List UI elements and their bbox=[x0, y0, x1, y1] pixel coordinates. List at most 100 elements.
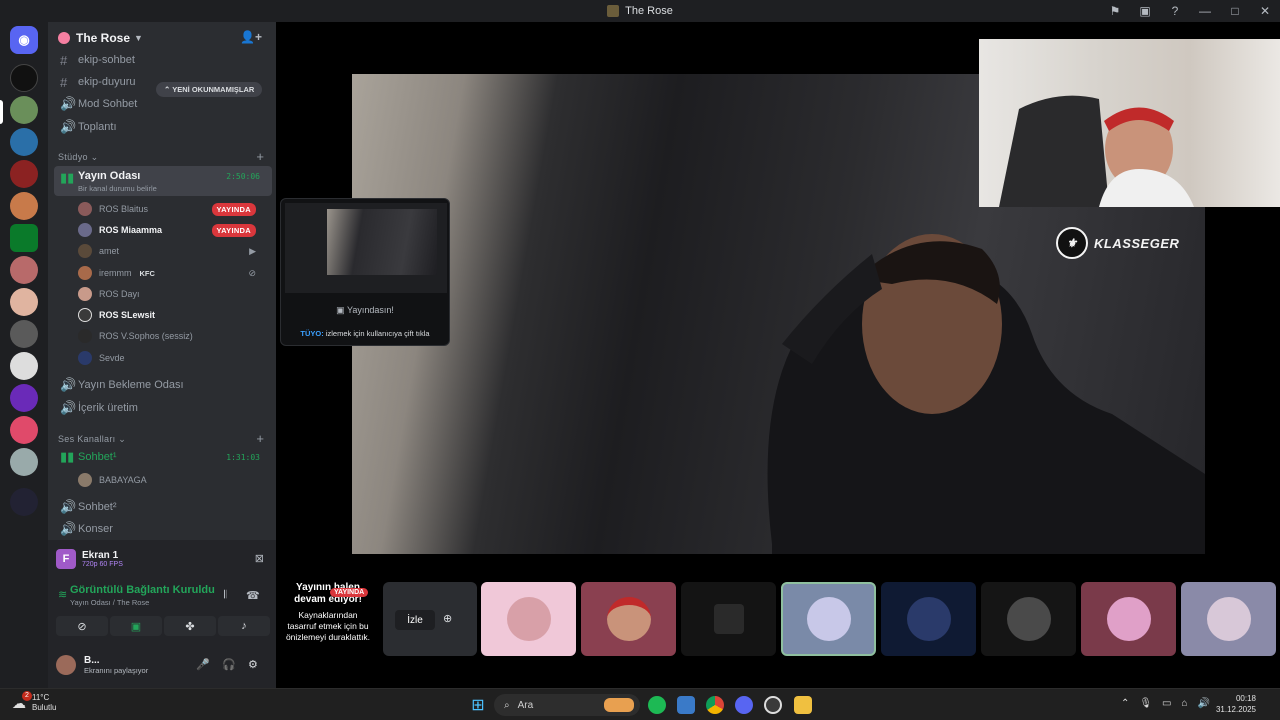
stop-share-icon[interactable]: ⊠ bbox=[255, 552, 264, 565]
add-channel-icon[interactable]: + bbox=[256, 149, 264, 164]
channel-ekip-sohbet[interactable]: # ekip-sohbet bbox=[54, 50, 272, 70]
camera-icon bbox=[713, 604, 744, 634]
spotify-icon[interactable] bbox=[648, 696, 666, 714]
hash-icon: # bbox=[60, 52, 68, 68]
soundboard-button[interactable]: ♪ bbox=[218, 616, 270, 636]
participant-tile[interactable] bbox=[481, 582, 576, 656]
participant-tile[interactable] bbox=[681, 582, 776, 656]
stream-stage[interactable]: ⚜ KLASSEGER Yayının halen devam ediyor! … bbox=[276, 22, 1280, 688]
server-icon-purple[interactable] bbox=[10, 384, 38, 412]
network-icon[interactable]: ⌂ bbox=[1182, 698, 1188, 709]
windows-taskbar: ☁ 2 11°C Bulutlu ⊞ ⌕ Ara ⌃ 🎙 ▭ ⌂ 🔊 00:18… bbox=[0, 688, 1280, 720]
server-folder-icon[interactable] bbox=[10, 488, 38, 516]
channel-yayin-bekleme[interactable]: 🔊 Yayın Bekleme Odası bbox=[54, 375, 272, 395]
share-screen-button[interactable]: ▣ bbox=[110, 616, 162, 636]
taskbar-clock[interactable]: 00:18 31.12.2025 bbox=[1216, 693, 1256, 715]
participant-tile-selected[interactable] bbox=[781, 582, 876, 656]
noise-suppression-icon[interactable]: 𝄃 bbox=[224, 589, 226, 602]
channel-icerik-uretim[interactable]: 🔊 İçerik üretim bbox=[54, 398, 272, 418]
voice-user[interactable]: ROS V.Sophos (sessiz) bbox=[78, 326, 268, 346]
mic-tray-icon[interactable]: 🎙 bbox=[1139, 698, 1152, 709]
server-icon-misc[interactable] bbox=[10, 448, 38, 476]
live-badge: YAYINDA bbox=[330, 588, 369, 597]
disconnect-icon[interactable]: ☎ bbox=[246, 589, 260, 602]
participant-tile[interactable] bbox=[581, 582, 676, 656]
close-button[interactable]: ✕ bbox=[1250, 4, 1280, 18]
monitor-icon[interactable]: ▭ bbox=[1162, 698, 1171, 709]
participant-tile[interactable] bbox=[1181, 582, 1276, 656]
help-icon[interactable]: ? bbox=[1160, 4, 1190, 18]
taskbar-search[interactable]: ⌕ Ara bbox=[494, 694, 640, 716]
channel-label: Sohbet² bbox=[78, 501, 117, 513]
avatar bbox=[78, 202, 92, 216]
activities-button[interactable]: ✤ bbox=[164, 616, 216, 636]
channel-konser[interactable]: 🔊 Konser bbox=[54, 519, 272, 539]
channel-sohbet1[interactable]: ▮▮ Sohbet¹ 1:31:03 bbox=[54, 447, 272, 467]
user-tag: KFC bbox=[139, 268, 155, 278]
voice-user[interactable]: iremmm KFC ⊘ bbox=[78, 263, 268, 283]
channel-status[interactable]: Bir kanal durumu belirle bbox=[78, 184, 157, 193]
server-icon-white[interactable] bbox=[10, 352, 38, 380]
discord-taskbar-icon[interactable] bbox=[735, 696, 753, 714]
voice-user[interactable]: BABAYAGA bbox=[78, 470, 268, 490]
chevron-up-icon[interactable]: ⌃ bbox=[1121, 698, 1129, 709]
channel-mod-sohbet[interactable]: 🔊 Mod Sohbet bbox=[54, 94, 272, 114]
voice-user[interactable]: ROS Miaamma YAYINDA bbox=[78, 220, 268, 240]
voice-user[interactable]: amet ▶ bbox=[78, 241, 268, 261]
channel-sohbet2[interactable]: 🔊 Sohbet² bbox=[54, 497, 272, 517]
participant-tile[interactable] bbox=[881, 582, 976, 656]
chrome-icon[interactable] bbox=[706, 696, 724, 714]
inbox-icon[interactable]: ⚑ bbox=[1100, 4, 1130, 18]
channel-toplanti[interactable]: 🔊 Toplantı bbox=[54, 117, 272, 137]
headphones-icon[interactable]: 🎧 bbox=[222, 658, 236, 671]
voice-user[interactable]: ROS Dayı bbox=[78, 284, 268, 304]
weather-widget[interactable]: ☁ 2 11°C Bulutlu bbox=[12, 691, 56, 713]
account-panel[interactable]: B... Ekranını paylaşıyor 🎤 🎧 ⚙ bbox=[56, 648, 268, 682]
participant-tile[interactable] bbox=[981, 582, 1076, 656]
screen-share-card[interactable]: F Ekran 1 720p 60 FPS ⊠ bbox=[56, 544, 268, 574]
windows-start-icon[interactable]: ⊞ bbox=[469, 696, 487, 714]
server-icon-avatar[interactable] bbox=[10, 192, 38, 220]
file-explorer-icon[interactable] bbox=[794, 696, 812, 714]
connection-location[interactable]: Yayın Odası / The Rose bbox=[70, 598, 149, 607]
screen-icon[interactable]: ▣ bbox=[1130, 4, 1160, 18]
camera-off-button[interactable]: ⊘ bbox=[56, 616, 108, 636]
channel-timer: 1:31:03 bbox=[226, 452, 260, 462]
avatar bbox=[806, 597, 851, 641]
voice-user[interactable]: ROS SLewsit bbox=[78, 305, 268, 325]
server-icon-kick[interactable] bbox=[10, 224, 38, 252]
server-icon-anime[interactable] bbox=[10, 288, 38, 316]
channel-yayin-odasi[interactable]: ▮▮ Yayın Odası 2:50:06 Bir kanal durumu … bbox=[54, 166, 272, 196]
avatar bbox=[78, 223, 92, 237]
connection-signal-icon[interactable]: ≋ bbox=[58, 588, 67, 601]
category-studyo[interactable]: Stüdyo ⌄ bbox=[58, 152, 98, 163]
volume-icon[interactable]: 🔊 bbox=[1198, 698, 1210, 709]
zoom-icon[interactable]: ⊕ bbox=[443, 612, 452, 625]
server-icon-red[interactable] bbox=[10, 160, 38, 188]
maximize-button[interactable]: □ bbox=[1220, 4, 1250, 18]
minimize-button[interactable]: — bbox=[1190, 4, 1220, 18]
server-icon-d[interactable] bbox=[10, 128, 38, 156]
server-icon-red-pink[interactable] bbox=[10, 416, 38, 444]
settings-gear-icon[interactable]: ⚙ bbox=[248, 658, 258, 671]
participant-tile[interactable] bbox=[1081, 582, 1176, 656]
channel-ekip-duyuru[interactable]: # ekip-duyuru bbox=[54, 72, 272, 92]
server-icon-lowest[interactable] bbox=[10, 64, 38, 92]
add-channel-icon[interactable]: + bbox=[256, 431, 264, 446]
watch-card[interactable]: İzle ⊕ bbox=[383, 582, 477, 656]
obs-icon[interactable] bbox=[764, 696, 782, 714]
channel-label: Yayın Odası bbox=[78, 170, 141, 182]
server-icon-pink[interactable] bbox=[10, 256, 38, 284]
user-name: amet bbox=[99, 246, 120, 256]
server-icon-the-rose[interactable] bbox=[10, 96, 38, 124]
discord-home-icon[interactable]: ◉ bbox=[10, 26, 38, 54]
app-icon[interactable] bbox=[677, 696, 695, 714]
category-ses-kanallari[interactable]: Ses Kanalları ⌄ bbox=[58, 434, 126, 445]
voice-user[interactable]: ROS Blaitus YAYINDA bbox=[78, 199, 268, 219]
invite-people-icon[interactable]: 👤+ bbox=[240, 30, 262, 44]
mic-icon[interactable]: 🎤 bbox=[196, 658, 210, 671]
voice-active-icon: ▮▮ bbox=[60, 449, 75, 464]
voice-user[interactable]: Sevde bbox=[78, 348, 268, 368]
server-icon-gray[interactable] bbox=[10, 320, 38, 348]
watch-button[interactable]: İzle bbox=[395, 610, 435, 630]
